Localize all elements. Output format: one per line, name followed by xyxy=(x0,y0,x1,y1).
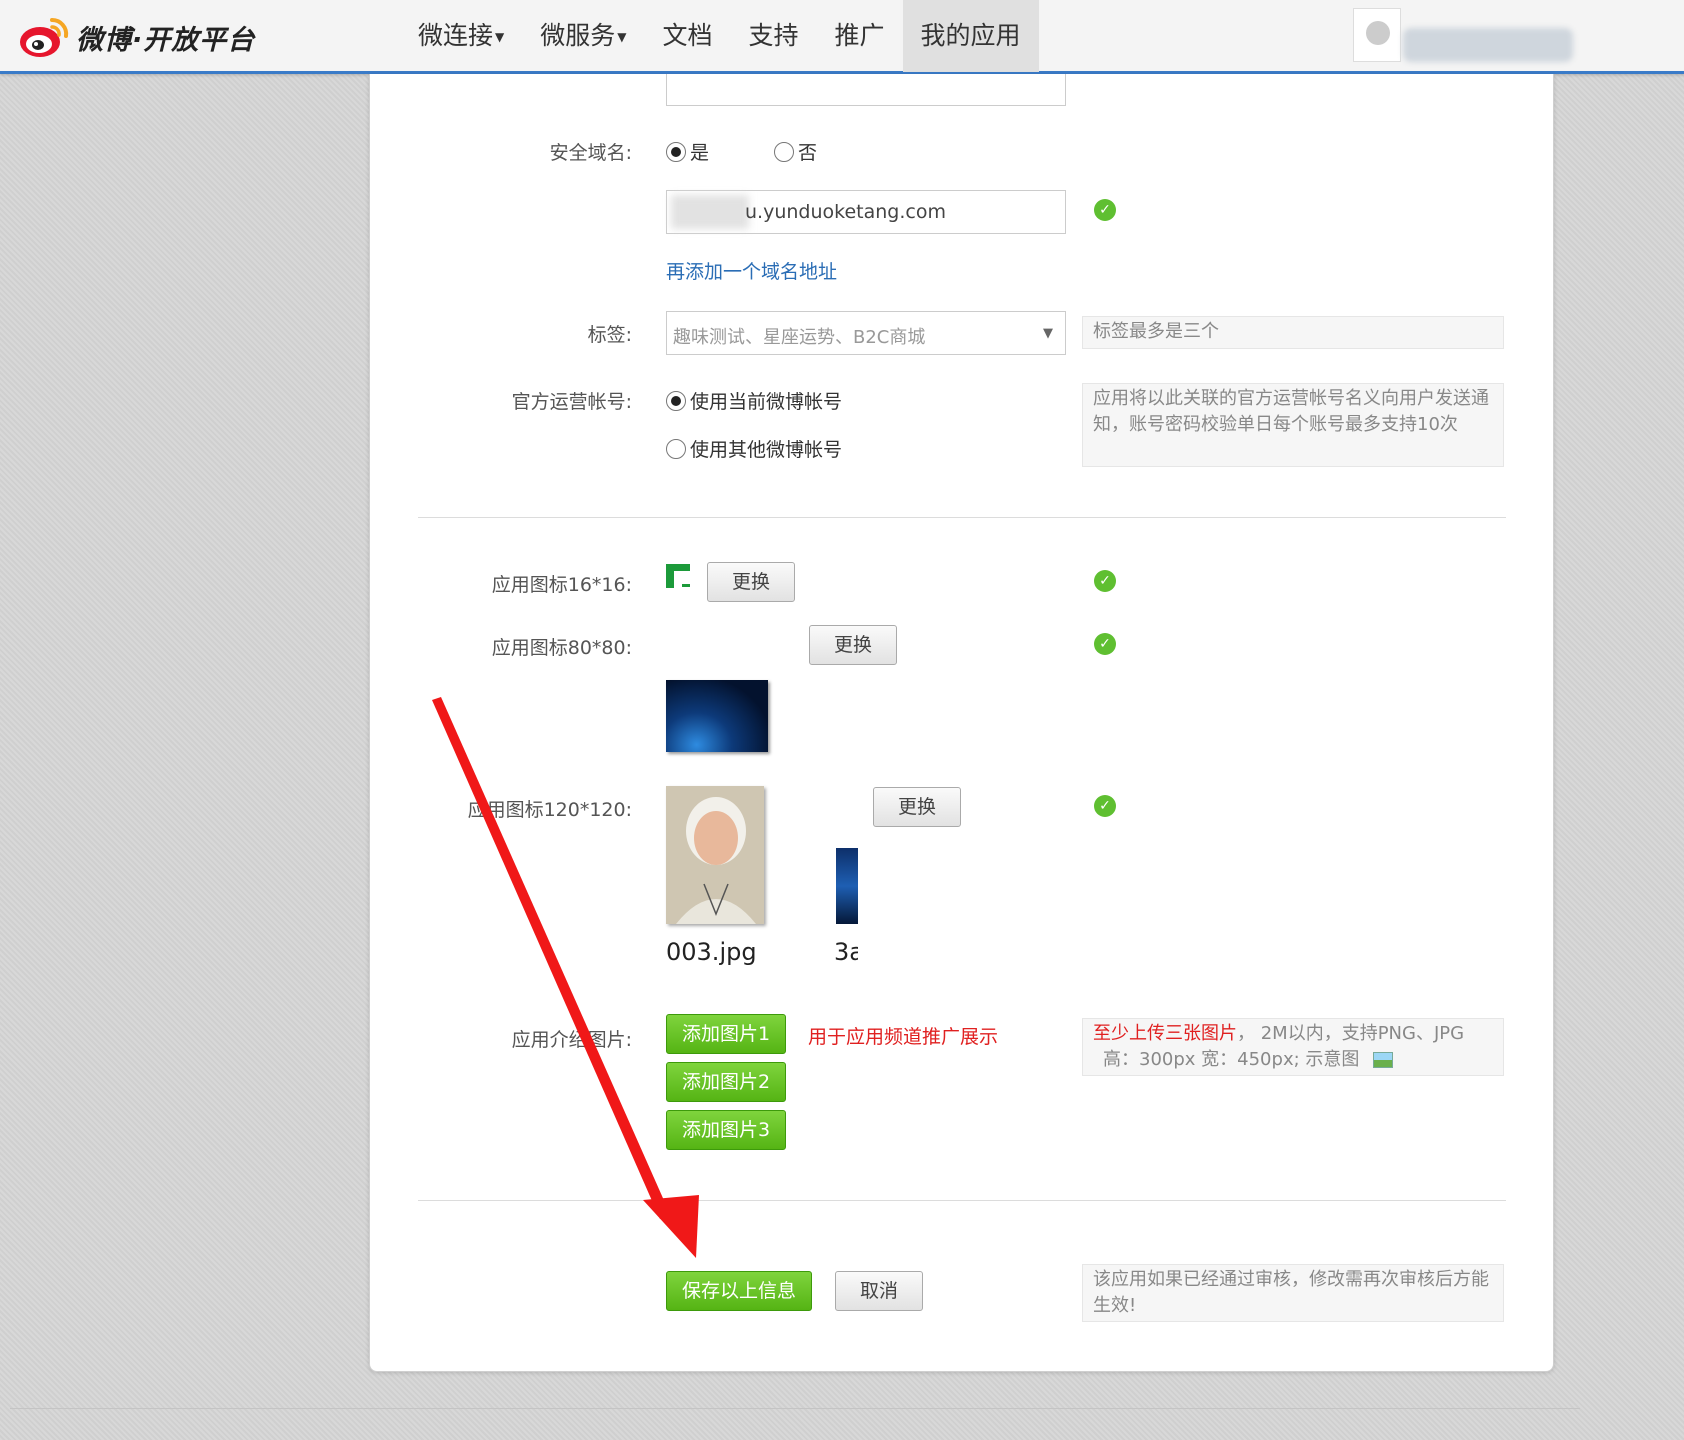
nav-item-docs[interactable]: 文档 xyxy=(645,0,731,72)
top-navigation-bar: 微博·开放平台 微连接 ▼ 微服务 ▼ 文档 支持 推广 我的应用 xyxy=(0,0,1684,74)
nav-label: 微服务 xyxy=(540,21,616,50)
tags-placeholder: 趣味测试、星座运势、B2C商城 xyxy=(673,327,926,348)
nav-item-promote[interactable]: 推广 xyxy=(817,0,903,72)
icon80-change-button[interactable]: 更换 xyxy=(809,625,897,665)
radio-current-label: 使用当前微博帐号 xyxy=(690,391,843,413)
check-success-icon: ✓ xyxy=(1094,199,1116,221)
logo-text: 微博·开放平台 xyxy=(76,24,256,56)
official-account-other-option[interactable]: 使用其他微博帐号 xyxy=(666,435,842,462)
caret-down-icon: ▼ xyxy=(495,30,505,44)
radio-other-label: 使用其他微博帐号 xyxy=(690,439,843,461)
example-image-icon[interactable] xyxy=(1373,1052,1394,1068)
save-button[interactable]: 保存以上信息 xyxy=(666,1271,812,1311)
username-blurred xyxy=(1403,28,1573,62)
section-divider xyxy=(418,517,1506,518)
intro-images-note: 用于应用频道推广展示 xyxy=(808,1026,999,1048)
nav-label: 我的应用 xyxy=(920,21,1021,50)
radio-current-account[interactable] xyxy=(666,390,686,411)
icon120-file-thumbnail-blue xyxy=(836,848,858,924)
nav-label: 支持 xyxy=(748,21,799,50)
nav-label: 文档 xyxy=(662,21,713,50)
add-image-3-button[interactable]: 添加图片3 xyxy=(666,1110,786,1150)
safe-domain-yes-option[interactable]: 是 xyxy=(666,138,709,165)
safe-domain-label: 安全域名: xyxy=(549,142,632,164)
official-account-hint: 应用将以此关联的官方运营帐号名义向用户发送通知，账号密码校验单日每个账号最多支持… xyxy=(1082,383,1504,467)
nav-item-weifuwu[interactable]: 微服务 ▼ xyxy=(522,0,644,72)
radio-other-account[interactable] xyxy=(666,438,686,459)
radio-no-label: 否 xyxy=(798,142,818,164)
check-success-icon: ✓ xyxy=(1094,633,1116,655)
description-textarea[interactable] xyxy=(666,74,1066,106)
nav-item-support[interactable]: 支持 xyxy=(731,0,817,72)
safe-domain-no-option[interactable]: 否 xyxy=(774,138,817,165)
icon120-file-thumbnail-portrait xyxy=(666,786,764,924)
icon16-preview xyxy=(666,564,692,590)
intro-images-hint: 至少上传三张图片， 2M以内，支持PNG、JPG 高：300px 宽：450px… xyxy=(1082,1018,1504,1076)
tags-label: 标签: xyxy=(587,324,632,346)
domain-prefix-blur xyxy=(671,195,749,229)
icon120-label: 应用图标120*120: xyxy=(467,799,632,821)
intro-hint-dimensions: 高：300px 宽：450px; 示意图 xyxy=(1103,1049,1360,1070)
icon80-label: 应用图标80*80: xyxy=(491,637,632,659)
icon16-change-button[interactable]: 更换 xyxy=(707,562,795,602)
intro-images-label: 应用介绍图片: xyxy=(511,1029,632,1051)
intro-hint-size: ， 2M以内，支持PNG、JPG xyxy=(1237,1023,1465,1044)
user-menu[interactable] xyxy=(1353,8,1573,62)
caret-down-icon: ▼ xyxy=(617,30,627,44)
radio-yes[interactable] xyxy=(666,141,686,162)
icon120-change-button[interactable]: 更换 xyxy=(873,787,961,827)
official-account-current-option[interactable]: 使用当前微博帐号 xyxy=(666,387,842,414)
nav-item-weilianjie[interactable]: 微连接 ▼ xyxy=(400,0,522,72)
intro-hint-required: 至少上传三张图片 xyxy=(1093,1023,1237,1044)
save-hint: 该应用如果已经通过审核，修改需再次审核后方能生效! xyxy=(1082,1264,1504,1322)
radio-yes-label: 是 xyxy=(690,142,710,164)
nav-label: 推广 xyxy=(834,21,885,50)
domain-value: u.yunduoketang.com xyxy=(745,201,946,223)
nav-label: 微连接 xyxy=(418,21,494,50)
icon120-file2-name: 3a xyxy=(834,938,858,966)
user-silhouette-icon xyxy=(1366,21,1390,45)
avatar xyxy=(1353,8,1401,62)
tags-select[interactable]: 趣味测试、星座运势、B2C商城 ▼ xyxy=(666,311,1066,355)
section-divider xyxy=(418,1200,1506,1201)
tags-hint: 标签最多是三个 xyxy=(1082,316,1504,349)
icon120-file1-name: 003.jpg xyxy=(666,938,757,966)
icon16-label: 应用图标16*16: xyxy=(491,574,632,596)
official-account-label: 官方运营帐号: xyxy=(511,391,632,413)
icon80-preview-image xyxy=(666,680,768,752)
domain-input[interactable]: u.yunduoketang.com xyxy=(666,190,1066,234)
check-success-icon: ✓ xyxy=(1094,570,1116,592)
cancel-button[interactable]: 取消 xyxy=(835,1271,923,1311)
footer-divider xyxy=(10,1408,1580,1409)
nav-item-my-apps[interactable]: 我的应用 xyxy=(902,0,1039,72)
check-success-icon: ✓ xyxy=(1094,795,1116,817)
radio-no[interactable] xyxy=(774,141,794,162)
app-edit-form-card xyxy=(369,74,1554,1372)
weibo-eye-icon xyxy=(18,14,72,60)
add-domain-link[interactable]: 再添加一个域名地址 xyxy=(666,257,837,284)
add-image-2-button[interactable]: 添加图片2 xyxy=(666,1062,786,1102)
main-nav: 微连接 ▼ 微服务 ▼ 文档 支持 推广 我的应用 xyxy=(400,0,1039,72)
add-image-1-button[interactable]: 添加图片1 xyxy=(666,1014,786,1054)
dropdown-arrow-icon: ▼ xyxy=(1043,326,1053,341)
weibo-logo[interactable]: 微博·开放平台 xyxy=(18,12,258,62)
